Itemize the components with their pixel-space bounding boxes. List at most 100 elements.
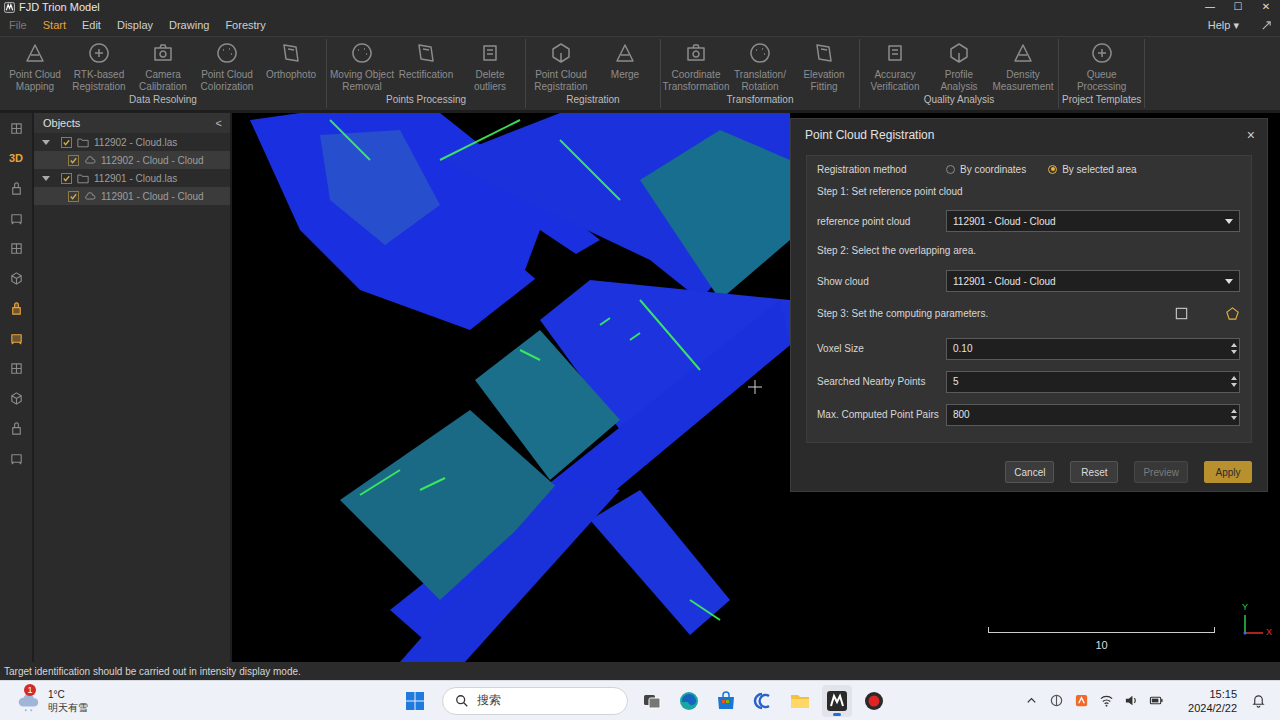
menu-item[interactable]: Edit bbox=[74, 15, 109, 35]
toolbar-button[interactable] bbox=[0, 323, 32, 353]
window-control-button[interactable]: ☐ bbox=[1224, 0, 1252, 14]
ribbon-button[interactable]: CoordinateTransformation bbox=[664, 39, 728, 94]
parameter-spinbox[interactable]: 0.10 bbox=[946, 338, 1240, 360]
show-cloud-select[interactable]: 112901 - Cloud - Cloud bbox=[946, 270, 1240, 292]
ribbon-button-label: Camera bbox=[145, 69, 181, 81]
battery-icon[interactable] bbox=[1149, 693, 1164, 708]
ribbon-button[interactable]: AccuracyVerification bbox=[863, 39, 927, 94]
dialog-button[interactable]: Apply bbox=[1204, 461, 1252, 483]
method-radio[interactable]: By coordinates bbox=[946, 164, 1026, 175]
menu-item[interactable]: Drawing bbox=[161, 15, 217, 35]
view-tool-icon bbox=[9, 451, 24, 466]
weather-widget[interactable]: 11°C明天有雪 bbox=[0, 688, 405, 714]
dialog-button[interactable]: Cancel bbox=[1005, 461, 1054, 483]
parameter-spinbox[interactable]: 800 bbox=[946, 404, 1240, 426]
dialog-button[interactable]: Preview bbox=[1134, 461, 1188, 483]
spin-up-icon[interactable] bbox=[1231, 376, 1237, 380]
spin-down-icon[interactable] bbox=[1231, 350, 1237, 354]
taskbar-app[interactable] bbox=[678, 685, 700, 717]
input-method-icon[interactable] bbox=[1049, 693, 1064, 708]
point-cloud-viewport[interactable]: 10YXPoint Cloud Registration×Registratio… bbox=[232, 113, 1280, 662]
ribbon-button-label: Point Cloud bbox=[9, 69, 61, 81]
spin-arrows[interactable] bbox=[1231, 343, 1237, 354]
ribbon-button[interactable]: QueueProcessing bbox=[1070, 39, 1134, 94]
ribbon-button[interactable]: Rectification bbox=[394, 39, 458, 94]
spin-arrows[interactable] bbox=[1231, 376, 1237, 387]
toolbar-button[interactable] bbox=[0, 353, 32, 383]
tree-checkbox[interactable] bbox=[68, 155, 79, 166]
speaker-icon[interactable] bbox=[1124, 693, 1139, 708]
ribbon-button[interactable]: Merge bbox=[593, 39, 657, 94]
expand-arrow-icon[interactable] bbox=[42, 176, 50, 181]
taskbar-app[interactable] bbox=[863, 685, 885, 717]
toolbar-button[interactable] bbox=[0, 173, 32, 203]
chevron-up-icon[interactable] bbox=[1024, 693, 1039, 708]
ribbon-button[interactable]: ProfileAnalysis bbox=[927, 39, 991, 94]
taskbar-app[interactable] bbox=[789, 685, 811, 717]
menu-item[interactable]: Forestry bbox=[217, 15, 273, 35]
ribbon-button[interactable]: DensityMeasurement bbox=[991, 39, 1055, 94]
selection-tool-button[interactable] bbox=[1225, 306, 1240, 321]
tree-item[interactable]: 112902 - Cloud - Cloud bbox=[34, 151, 230, 169]
toolbar-button[interactable] bbox=[0, 383, 32, 413]
taskbar-app[interactable] bbox=[641, 685, 663, 717]
menu-item[interactable]: Display bbox=[109, 15, 161, 35]
selection-tool-button[interactable] bbox=[1174, 306, 1189, 321]
taskbar-app[interactable] bbox=[715, 685, 737, 717]
spin-down-icon[interactable] bbox=[1231, 383, 1237, 387]
tree-item[interactable]: 112901 - Cloud - Cloud bbox=[34, 187, 230, 205]
dialog-button[interactable]: Reset bbox=[1070, 461, 1118, 483]
tree-item[interactable]: 112901 - Cloud.las bbox=[34, 169, 230, 187]
toolbar-button[interactable] bbox=[0, 233, 32, 263]
ribbon-button[interactable]: ElevationFitting bbox=[792, 39, 856, 94]
toolbar-button[interactable] bbox=[0, 293, 32, 323]
tree-checkbox[interactable] bbox=[61, 137, 72, 148]
spin-up-icon[interactable] bbox=[1231, 343, 1237, 347]
window-control-button[interactable]: ✕ bbox=[1252, 0, 1280, 14]
tree-checkbox[interactable] bbox=[61, 173, 72, 184]
scale-label: 10 bbox=[988, 639, 1215, 651]
tree-item[interactable]: 112902 - Cloud.las bbox=[34, 133, 230, 151]
help-menu[interactable]: Help ▾ bbox=[1208, 19, 1239, 32]
spin-up-icon[interactable] bbox=[1231, 409, 1237, 413]
ribbon-button[interactable]: Orthophoto bbox=[259, 39, 323, 94]
ribbon-button[interactable]: Deleteoutliers bbox=[458, 39, 522, 94]
taskbar-app[interactable] bbox=[752, 685, 774, 717]
registration-dialog: Point Cloud Registration×Registration me… bbox=[790, 118, 1268, 492]
rectangle-select-icon bbox=[1174, 306, 1189, 321]
wifi-icon[interactable] bbox=[1099, 693, 1114, 708]
toolbar-button[interactable] bbox=[0, 263, 32, 293]
toolbar-button[interactable] bbox=[0, 413, 32, 443]
toolbar-button[interactable] bbox=[0, 113, 32, 143]
ribbon-button[interactable]: CameraCalibration bbox=[131, 39, 195, 94]
ribbon-button[interactable]: Point CloudMapping bbox=[3, 39, 67, 94]
spin-down-icon[interactable] bbox=[1231, 416, 1237, 420]
toolbar-button[interactable]: 3D bbox=[0, 143, 32, 173]
toolbar-button[interactable] bbox=[0, 443, 32, 473]
ribbon-button[interactable]: Point CloudColorization bbox=[195, 39, 259, 94]
spin-arrows[interactable] bbox=[1231, 409, 1237, 420]
ribbon-button[interactable]: Translation/Rotation bbox=[728, 39, 792, 94]
menu-item[interactable]: File bbox=[1, 15, 35, 35]
weather-icon-wrap: 1 bbox=[16, 688, 42, 714]
taskbar-app[interactable] bbox=[822, 685, 852, 717]
app-tray-icon[interactable] bbox=[1074, 693, 1089, 708]
reference-select[interactable]: 112901 - Cloud - Cloud bbox=[946, 210, 1240, 232]
clock[interactable]: 15:152024/2/22 bbox=[1188, 687, 1237, 715]
info-icon[interactable] bbox=[1261, 20, 1272, 31]
window-control-button[interactable]: — bbox=[1196, 0, 1224, 14]
collapse-button[interactable]: < bbox=[216, 117, 222, 129]
taskbar-search[interactable]: 搜索 bbox=[442, 687, 628, 715]
expand-arrow-icon[interactable] bbox=[42, 140, 50, 145]
parameter-spinbox[interactable]: 5 bbox=[946, 371, 1240, 393]
menu-item[interactable]: Start bbox=[35, 15, 74, 35]
tree-checkbox[interactable] bbox=[68, 191, 79, 202]
ribbon-button[interactable]: RTK-basedRegistration bbox=[67, 39, 131, 94]
method-radio[interactable]: By selected area bbox=[1048, 164, 1137, 175]
notification-bell-icon[interactable] bbox=[1251, 693, 1266, 708]
close-button[interactable]: × bbox=[1247, 127, 1255, 143]
windows-start-icon[interactable] bbox=[405, 691, 425, 711]
ribbon-button[interactable]: Moving ObjectRemoval bbox=[330, 39, 394, 94]
ribbon-button[interactable]: Point CloudRegistration bbox=[529, 39, 593, 94]
toolbar-button[interactable] bbox=[0, 203, 32, 233]
